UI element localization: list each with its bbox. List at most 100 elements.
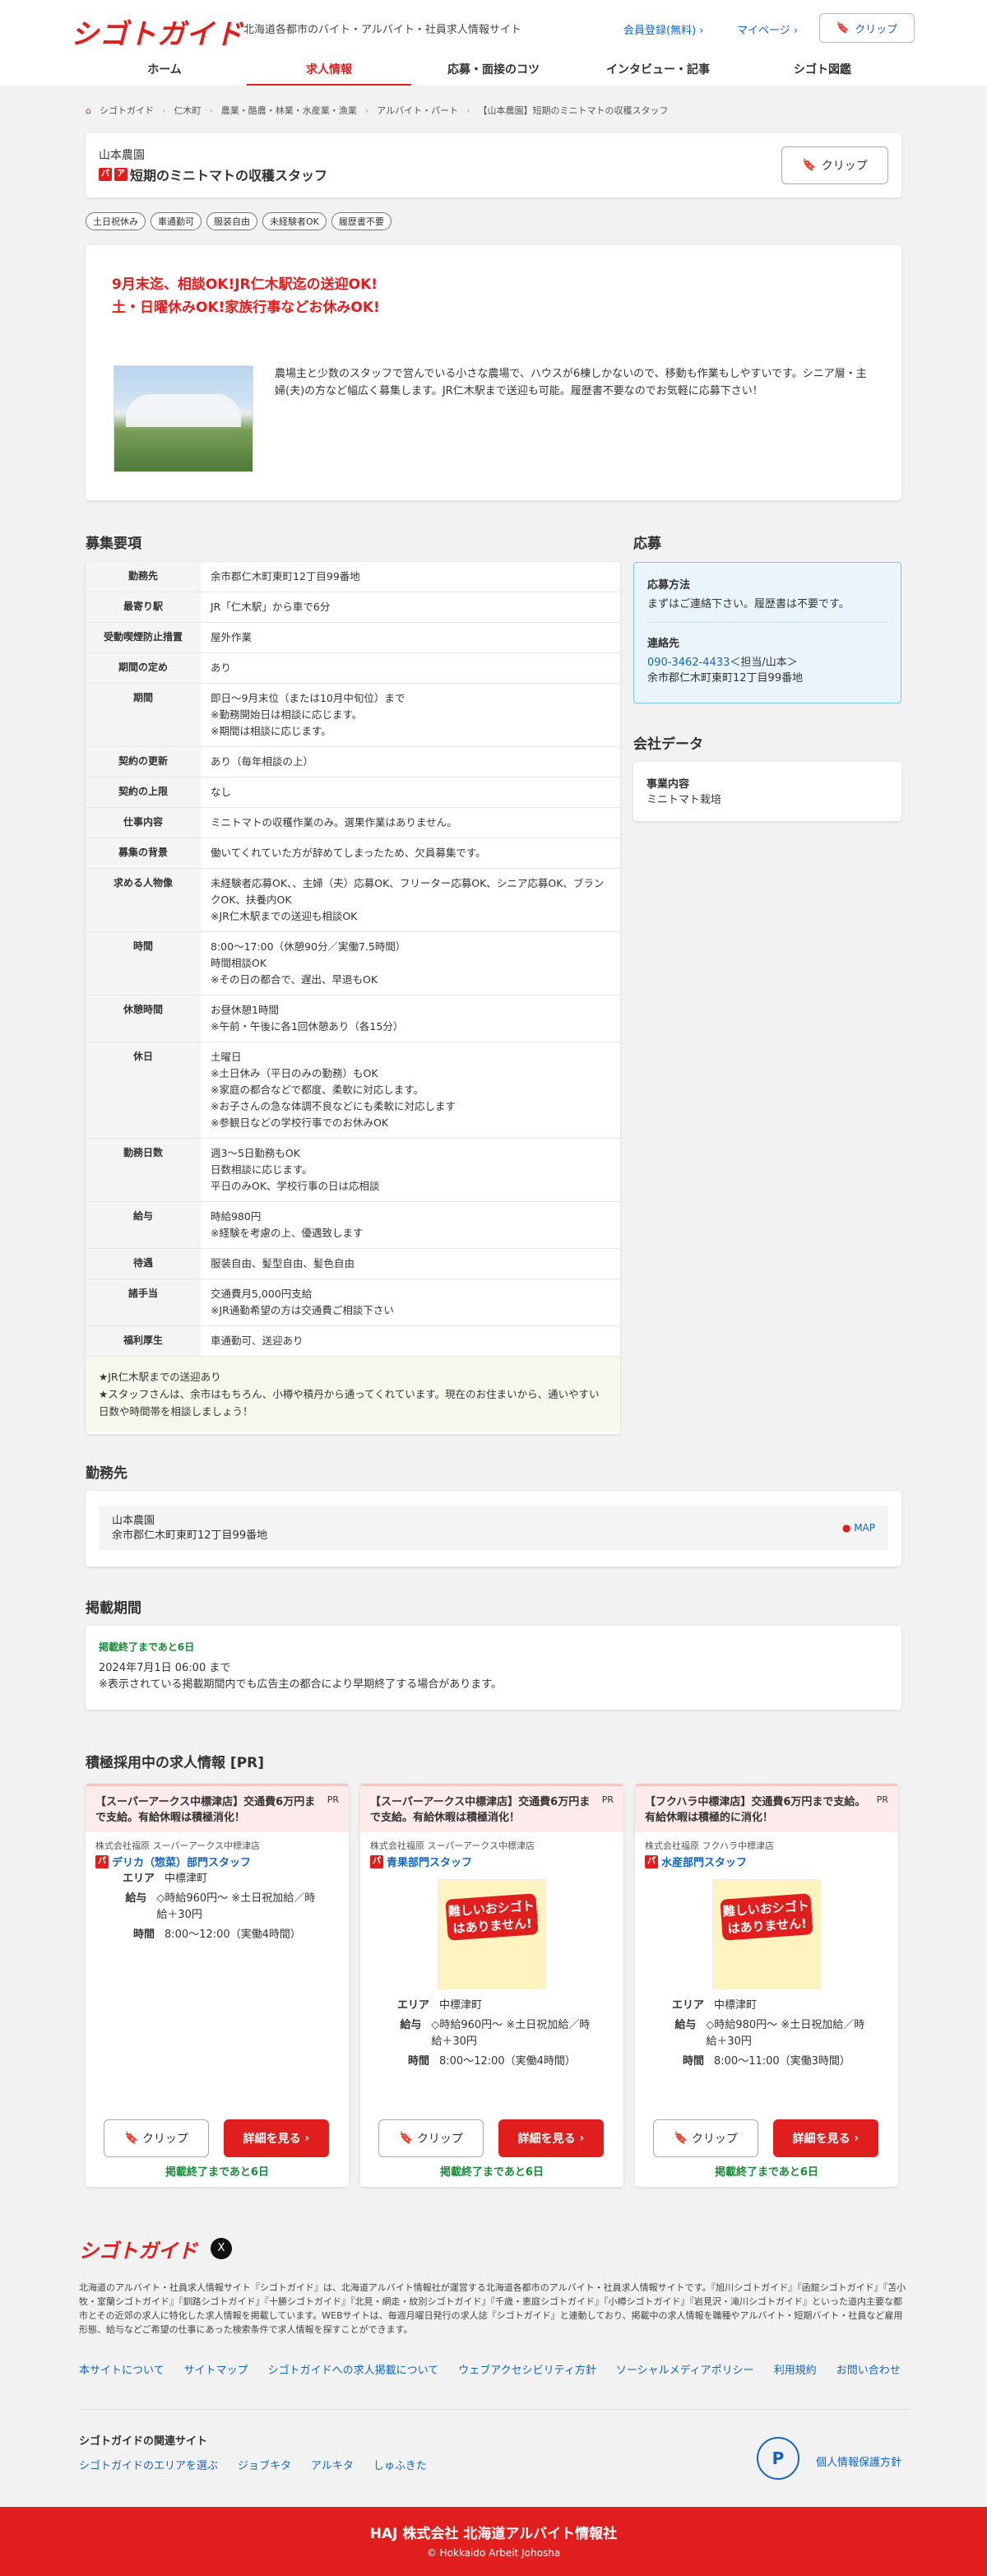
- requirement-label: 勤務日数: [86, 1139, 201, 1201]
- footer-link[interactable]: お問い合わせ: [836, 2361, 901, 2377]
- wage-value: ◇時給960円～ ※土日祝加給／時給＋30円: [431, 2019, 591, 2048]
- pr-clip-button[interactable]: 🔖 クリップ: [378, 2119, 484, 2157]
- requirement-row: 受動喫煙防止措置 屋外作業: [86, 623, 620, 653]
- nav-interview[interactable]: インタビュー・記事: [576, 56, 740, 86]
- job-title-box: 山本農園 パア短期のミニトマトの収穫スタッフ 🔖 クリップ: [86, 133, 901, 197]
- pr-detail-button[interactable]: 詳細を見る ›: [773, 2119, 878, 2157]
- footer-link[interactable]: サイトマップ: [184, 2361, 248, 2377]
- requirement-value: 即日～9月末位（または10月中旬位）まで ※勤務開始日は相談に応じます。 ※期間…: [211, 692, 405, 737]
- requirement-row: 勤務日数 週3～5日勤務もOK 日数相談に応じます。 平日のみOK、学校行事の日は…: [86, 1139, 620, 1202]
- nav-jobs[interactable]: 求人情報: [247, 56, 411, 86]
- pr-job-headline: 【スーパーアークス中標津店】交通費6万円まで支給。有給休暇は積極消化！: [360, 1786, 623, 1832]
- time-value: 8:00～12:00（実働4時間）: [164, 1929, 301, 1941]
- pr-clip-button[interactable]: 🔖 クリップ: [104, 2119, 209, 2157]
- requirement-value: 週3～5日勤務もOK 日数相談に応じます。 平日のみOK、学校行事の日は応相談: [211, 1147, 380, 1192]
- company-footer-name: HAJ 株式会社 北海道アルバイト情報社: [369, 2526, 618, 2542]
- requirement-label: 諸手当: [86, 1279, 201, 1325]
- area-label: エリア: [671, 1999, 704, 2012]
- nav-zukan[interactable]: シゴト図鑑: [740, 56, 905, 86]
- related-link[interactable]: シゴトガイドのエリアを選ぶ: [79, 2457, 218, 2472]
- nav-tips[interactable]: 応募・面接のコツ: [411, 56, 576, 86]
- tag: 車通勤可: [151, 212, 202, 230]
- site-logo[interactable]: シゴトガイド: [71, 12, 243, 52]
- pr-job-title[interactable]: パ青果部門スタッフ: [360, 1852, 623, 1871]
- pr-job-headline: 【フクハラ中標津店】交通費6万円まで支給。有給休暇は積極的に消化！: [635, 1786, 898, 1832]
- requirement-row: 求める人物像 未経験者応募OK、、主婦（夫）応募OK、フリーター応募OK、シニア応…: [86, 869, 620, 932]
- area-label: エリア: [122, 1873, 155, 1885]
- requirement-row: 休憩時間 お昼休憩1時間 ※午前・午後に各1回休憩あり（各15分）: [86, 996, 620, 1042]
- related-sites-title: シゴトガイドの関連サイト: [79, 2435, 208, 2448]
- related-link[interactable]: アルキタ: [311, 2457, 354, 2472]
- footer-link[interactable]: 本サイトについて: [79, 2361, 164, 2377]
- period-box: 掲載終了まであと6日 2024年7月1日 06:00 まで ※表示されている掲載…: [86, 1626, 901, 1710]
- x-icon[interactable]: X: [211, 2238, 232, 2259]
- area-value: 中標津町: [164, 1873, 208, 1885]
- site-header: シゴトガイド 北海道各都市のバイト・アルバイト・社員求人情報サイト 会員登録(無…: [0, 0, 987, 86]
- breadcrumb-item[interactable]: 仁木町: [174, 104, 201, 117]
- requirement-value: 交通費月5,000円支給 ※JR通勤希望の方は交通費ご相談下さい: [211, 1288, 394, 1316]
- breadcrumb-item[interactable]: シゴトガイド: [100, 104, 154, 117]
- requirement-row: 契約の上限 なし: [86, 777, 620, 808]
- phone-link[interactable]: 090-3462-4433: [647, 657, 730, 669]
- apply-method: まずはご連絡下さい。履歴書は不要です。: [647, 598, 850, 610]
- privacy-mark-icon: P: [757, 2437, 799, 2480]
- requirement-label: 待遇: [86, 1249, 201, 1279]
- requirement-row: 契約の更新 あり（毎年相談の上）: [86, 747, 620, 777]
- related-links: シゴトガイドのエリアを選ぶ ジョブキタ アルキタ しゅふきた: [79, 2457, 427, 2472]
- requirement-value: なし: [211, 786, 232, 798]
- pr-label: PR: [876, 1794, 888, 1805]
- pr-job-card: 【スーパーアークス中標津店】交通費6万円まで支給。有給休暇は積極消化！ PR 株式会…: [360, 1784, 623, 2187]
- footer-link[interactable]: ソーシャルメディアポリシー: [616, 2361, 754, 2377]
- breadcrumb-item[interactable]: 農業・酪農・林業・水産業・漁業: [221, 104, 357, 117]
- contact-person: ＜担当/山本＞: [730, 657, 798, 669]
- breadcrumb-current: 【山本農園】短期のミニトマトの収穫スタッフ: [478, 105, 669, 116]
- requirements-table: 勤務先 余市郡仁木町東町12丁目99番地 最寄り駅 JR「仁木駅」から車で6分 受動喫煙…: [86, 562, 620, 1434]
- requirement-label: 仕事内容: [86, 808, 201, 838]
- pr-end-notice: 掲載終了まであと6日: [715, 2166, 818, 2179]
- register-link[interactable]: 会員登録(無料) ›: [623, 21, 704, 37]
- requirement-value: 未経験者応募OK、、主婦（夫）応募OK、フリーター応募OK、シニア応募OK、ブラ…: [211, 877, 605, 922]
- bookmark-icon: 🔖: [836, 21, 850, 35]
- breadcrumb: ⌂ シゴトガイド › 仁木町 › 農業・酪農・林業・水産業・漁業 › アルバイト・パー…: [86, 104, 669, 117]
- workplace-heading: 勤務先: [86, 1465, 127, 1482]
- footer-link[interactable]: シゴトガイドへの求人掲載について: [268, 2361, 439, 2377]
- time-label: 時間: [407, 2055, 429, 2068]
- requirement-value: JR「仁木駅」から車で6分: [211, 601, 331, 613]
- period-heading: 掲載期間: [86, 1600, 141, 1617]
- requirement-value: 土曜日 ※土日休み（平日のみの勤務）もOK ※家庭の都合などで都度、柔軟に対応し…: [211, 1051, 456, 1129]
- apply-box: 応募方法 まずはご連絡下さい。履歴書は不要です。 連絡先 090-3462-44…: [633, 562, 901, 703]
- mypage-link[interactable]: マイページ ›: [737, 21, 798, 37]
- part-badge: パ: [645, 1854, 658, 1868]
- time-value: 8:00～11:00（実働3時間）: [714, 2055, 850, 2068]
- footer-link[interactable]: 利用規約: [774, 2361, 817, 2377]
- pr-detail-button[interactable]: 詳細を見る ›: [224, 2119, 329, 2157]
- period-remaining: 掲載終了まであと6日: [99, 1641, 195, 1653]
- workplace-box: 山本農園 余市郡仁木町東町12丁目99番地 ● MAP: [86, 1491, 901, 1566]
- requirement-value: あり: [211, 661, 232, 674]
- pr-clip-button[interactable]: 🔖 クリップ: [653, 2119, 758, 2157]
- pr-job-title[interactable]: パ水産部門スタッフ: [635, 1852, 898, 1871]
- pr-job-card: 【スーパーアークス中標津店】交通費6万円まで支給。有給休暇は積極消化！ PR 株式会…: [86, 1784, 349, 2187]
- requirement-value: 時給980円 ※経験を考慮の上、優遇致します: [211, 1210, 364, 1239]
- nav-home[interactable]: ホーム: [82, 56, 247, 86]
- header-clip-button[interactable]: 🔖 クリップ: [819, 13, 915, 43]
- tag: 服装自由: [206, 212, 257, 230]
- footer-link[interactable]: ウェブアクセシビリティ方針: [458, 2361, 596, 2377]
- area-value: 中標津町: [439, 1999, 483, 2012]
- related-link[interactable]: ジョブキタ: [238, 2457, 291, 2472]
- pr-detail-button[interactable]: 詳細を見る ›: [498, 2119, 604, 2157]
- requirement-row: 休日 土曜日 ※土日休み（平日のみの勤務）もOK ※家庭の都合などで都度、柔軟に対…: [86, 1042, 620, 1139]
- job-clip-button[interactable]: 🔖 クリップ: [781, 146, 888, 184]
- requirement-note: ★JR仁木駅までの送迎あり ★スタッフさんは、余市はもちろん、小樽や積丹から通っ…: [86, 1357, 620, 1432]
- privacy-policy-link[interactable]: 個人情報保護方針: [816, 2453, 901, 2469]
- pr-end-notice: 掲載終了まであと6日: [440, 2166, 544, 2179]
- requirement-label: 休日: [86, 1042, 201, 1138]
- job-title: パア短期のミニトマトの収穫スタッフ: [99, 165, 327, 184]
- pr-job-title[interactable]: パデリカ（惣菜）部門スタッフ: [86, 1852, 349, 1871]
- related-link[interactable]: しゅふきた: [373, 2457, 427, 2472]
- breadcrumb-item[interactable]: アルバイト・パート: [377, 104, 458, 117]
- company-name: 山本農園: [99, 149, 145, 162]
- map-link[interactable]: ● MAP: [842, 1520, 875, 1535]
- footer-logo[interactable]: シゴトガイド: [79, 2235, 197, 2263]
- pr-job-info: エリア 中標津町 給与 ◇時給980円～ ※土日祝加給／時給＋30円 時間 8:00～11…: [635, 1998, 898, 2070]
